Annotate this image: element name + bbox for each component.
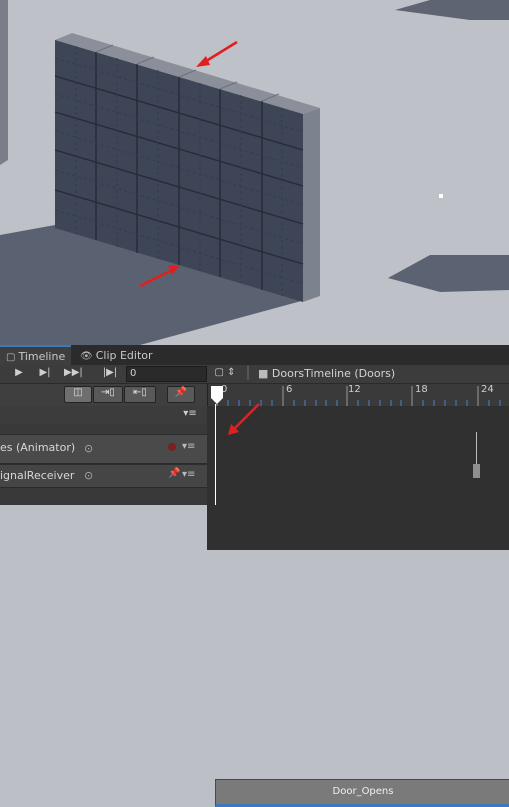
frame-mode-icon[interactable]: |▶| xyxy=(100,367,120,378)
sequence-dropdown-icon[interactable]: ▢ ⇕ xyxy=(214,367,236,378)
track-menu-icon[interactable]: ▾≡ xyxy=(182,408,198,419)
scene-canvas xyxy=(0,0,509,345)
playhead-line[interactable] xyxy=(215,404,216,505)
tab-bar: ▢ Timeline 👁 Clip Editor xyxy=(0,345,509,367)
scene-view[interactable] xyxy=(0,0,509,345)
tab-clip-editor[interactable]: 👁 Clip Editor xyxy=(74,347,159,365)
signal-marker[interactable] xyxy=(473,464,480,478)
track-header-signal[interactable]: ignalReceiver ⊙ 📌 ▾≡ xyxy=(0,464,207,488)
last-frame-button[interactable]: ▶▶| xyxy=(64,367,83,378)
curves-toggle-button[interactable]: ◫ xyxy=(64,386,92,403)
cube-icon: ■ xyxy=(258,367,269,380)
annotation-arrow-timeline xyxy=(228,403,260,435)
target-icon[interactable]: ⊙ xyxy=(84,442,93,455)
pin-button[interactable]: 📌 xyxy=(167,386,195,403)
clip-label: Door_Opens xyxy=(332,786,394,797)
track-menu-icon[interactable]: ▾≡ xyxy=(182,469,195,480)
tab-timeline[interactable]: ▢ Timeline xyxy=(0,345,72,367)
toolbar-divider xyxy=(247,366,249,380)
track-header-animator[interactable]: es (Animator) ⊙ ▾≡ xyxy=(0,434,207,464)
target-icon[interactable]: ⊙ xyxy=(84,469,93,482)
breadcrumb[interactable]: ■ DoorsTimeline (Doors) xyxy=(258,367,395,380)
clip-end-marker xyxy=(476,432,477,465)
pillar-shape xyxy=(0,0,8,165)
eye-icon: 👁 xyxy=(80,351,93,362)
play-button[interactable]: ▶ xyxy=(12,367,26,378)
scene-gizmo-dot xyxy=(439,194,443,198)
wall-side xyxy=(303,108,320,302)
track-label: es (Animator) xyxy=(0,441,76,454)
next-frame-button[interactable]: ▶| xyxy=(38,367,52,378)
record-icon[interactable] xyxy=(168,443,176,451)
timeline-panel: ▢ Timeline 👁 Clip Editor ▶ ▶| ▶▶| |▶| 0 ▢ … xyxy=(0,345,509,807)
pin-icon[interactable]: 📌 xyxy=(168,468,180,479)
track-menu-icon[interactable]: ▾≡ xyxy=(182,441,195,452)
track-label: ignalReceiver xyxy=(0,469,75,482)
transport-toolbar: ▶ ▶| ▶▶| |▶| 0 ▢ ⇕ ■ DoorsTimeline (Door… xyxy=(0,365,509,384)
animation-clip[interactable]: Door_Opens xyxy=(215,779,509,807)
ripple-mode-button[interactable]: ⇥▯ xyxy=(93,386,123,403)
replace-mode-button[interactable]: ⇤▯ xyxy=(124,386,156,403)
frame-field[interactable]: 0 xyxy=(126,366,207,382)
